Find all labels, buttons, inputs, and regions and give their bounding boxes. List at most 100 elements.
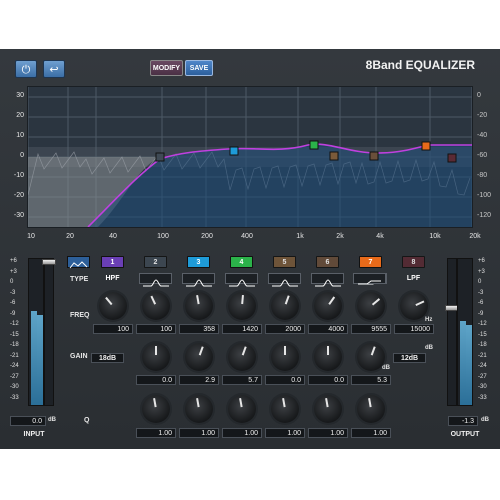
- band-node-7[interactable]: [421, 141, 431, 151]
- band-2-q-value[interactable]: 1.00: [136, 428, 176, 438]
- band-2-freq-value[interactable]: 100: [136, 324, 176, 334]
- band-2-gain-knob[interactable]: [142, 343, 170, 371]
- band-5-toggle[interactable]: 5: [273, 256, 296, 268]
- input-meter-scale-label: -15: [10, 331, 19, 338]
- band-6-gain-knob[interactable]: [314, 343, 342, 371]
- band-3-gain-knob[interactable]: [185, 343, 213, 371]
- band-2-freq-knob[interactable]: [142, 292, 170, 320]
- band-node-4[interactable]: [309, 140, 319, 150]
- band-2-q-knob[interactable]: [142, 395, 170, 423]
- input-meter-scale-label: -21: [10, 352, 19, 359]
- band-6-q-value[interactable]: 1.00: [308, 428, 348, 438]
- spectrum-axis-label: -20: [477, 112, 488, 119]
- band-4-gain-knob[interactable]: [228, 343, 256, 371]
- band-5-type[interactable]: [268, 273, 301, 287]
- band-8-toggle[interactable]: 8: [402, 256, 425, 268]
- input-meter-scale-label: -27: [10, 373, 19, 380]
- band-node-5[interactable]: [329, 151, 339, 161]
- band-5-gain-value[interactable]: 0.0: [265, 375, 305, 385]
- band-3-type[interactable]: [182, 273, 215, 287]
- gain-axis-label: -10: [13, 172, 24, 179]
- band-4-freq-knob[interactable]: [228, 292, 256, 320]
- band-5-freq-value[interactable]: 2000: [265, 324, 305, 334]
- band-8-type[interactable]: LPF: [397, 273, 430, 284]
- band-4-gain-value[interactable]: 5.7: [222, 375, 262, 385]
- band-4-freq-value[interactable]: 1420: [222, 324, 262, 334]
- freq-axis-label: 100: [157, 233, 169, 240]
- band-5-gain-knob[interactable]: [271, 343, 299, 371]
- band-8-freq-value[interactable]: 15000: [394, 324, 434, 334]
- gain-axis-label: 30: [16, 92, 24, 99]
- input-fader-handle[interactable]: [42, 259, 56, 265]
- band-7-q-value[interactable]: 1.00: [351, 428, 391, 438]
- output-meter-scale-label: -30: [478, 384, 487, 390]
- input-meter-scale-label: -24: [10, 363, 19, 369]
- input-db-unit: dB: [48, 417, 56, 423]
- lpf-hz-unit: Hz: [425, 317, 433, 323]
- undo-button[interactable]: ↩: [43, 60, 65, 78]
- band-7-freq-value[interactable]: 9555: [351, 324, 391, 334]
- band-2-toggle[interactable]: 2: [144, 256, 167, 268]
- band-1-toggle[interactable]: 1: [101, 256, 124, 268]
- spectrum-axis-label: 0: [477, 92, 481, 99]
- band-node-3[interactable]: [229, 146, 239, 156]
- output-fader-track[interactable]: [445, 258, 459, 406]
- band-3-gain-value[interactable]: 2.9: [179, 375, 219, 385]
- output-meter-scale-label: -9: [478, 310, 484, 317]
- band-4-q-value[interactable]: 1.00: [222, 428, 262, 438]
- band-3-freq-knob[interactable]: [185, 292, 213, 320]
- input-fader-track[interactable]: [42, 258, 56, 406]
- band-6-type[interactable]: [311, 273, 344, 287]
- knob-pointer: [196, 294, 200, 305]
- output-meter-scale-label: +6: [478, 258, 485, 264]
- band-2-type[interactable]: [139, 273, 172, 287]
- band-6-freq-knob[interactable]: [314, 292, 342, 320]
- lpf-shape-button[interactable]: [353, 273, 386, 285]
- eq-curve-display[interactable]: [28, 87, 472, 227]
- freq-axis-label: 10: [27, 233, 35, 240]
- band-7-gain-knob[interactable]: [357, 343, 385, 371]
- output-gain-value[interactable]: -1.3: [448, 416, 478, 426]
- band-5-freq-knob[interactable]: [271, 292, 299, 320]
- band-7-freq-knob[interactable]: [357, 292, 385, 320]
- knob-pointer: [371, 298, 381, 306]
- eq-graph[interactable]: [27, 86, 473, 228]
- display-mode-button[interactable]: [67, 256, 90, 269]
- modify-button[interactable]: MODIFY: [150, 60, 183, 76]
- band-3-freq-value[interactable]: 358: [179, 324, 219, 334]
- band-3-toggle[interactable]: 3: [187, 256, 210, 268]
- gain-row-label: GAIN: [70, 353, 88, 360]
- band-1-freq-value[interactable]: 100: [93, 324, 133, 334]
- knob-pointer: [241, 346, 247, 356]
- band-8-freq-knob[interactable]: [400, 292, 428, 320]
- band-node-2[interactable]: [155, 152, 165, 162]
- band-2-gain-value[interactable]: 0.0: [136, 375, 176, 385]
- band-4-q-knob[interactable]: [228, 395, 256, 423]
- save-button[interactable]: SAVE: [185, 60, 213, 76]
- input-meter-scale-label: -30: [10, 384, 19, 390]
- output-meter-scale-label: -15: [478, 331, 487, 338]
- band-7-q-knob[interactable]: [357, 395, 385, 423]
- gain-axis-label: -30: [13, 212, 24, 219]
- band-6-q-knob[interactable]: [314, 395, 342, 423]
- band-node-6[interactable]: [369, 151, 379, 161]
- band-6-toggle[interactable]: 6: [316, 256, 339, 268]
- band-7-gain-value[interactable]: 5.3: [351, 375, 391, 385]
- band-6-gain-value[interactable]: 0.0: [308, 375, 348, 385]
- band-5-q-knob[interactable]: [271, 395, 299, 423]
- lpf-slope-value[interactable]: 12dB: [393, 353, 426, 363]
- band-node-8[interactable]: [447, 153, 457, 163]
- high-shelf-icon: [358, 280, 381, 285]
- band-5-q-value[interactable]: 1.00: [265, 428, 305, 438]
- band-1-freq-knob[interactable]: [99, 292, 127, 320]
- band-1-type[interactable]: HPF: [96, 273, 129, 284]
- band-3-q-knob[interactable]: [185, 395, 213, 423]
- band-7-toggle[interactable]: 7: [359, 256, 382, 268]
- hpf-slope-value[interactable]: 18dB: [91, 353, 124, 363]
- power-button[interactable]: ⏻: [15, 60, 37, 78]
- band-6-freq-value[interactable]: 4000: [308, 324, 348, 334]
- input-gain-value[interactable]: 0.0: [10, 416, 46, 426]
- band-4-type[interactable]: [225, 273, 258, 287]
- band-3-q-value[interactable]: 1.00: [179, 428, 219, 438]
- band-4-toggle[interactable]: 4: [230, 256, 253, 268]
